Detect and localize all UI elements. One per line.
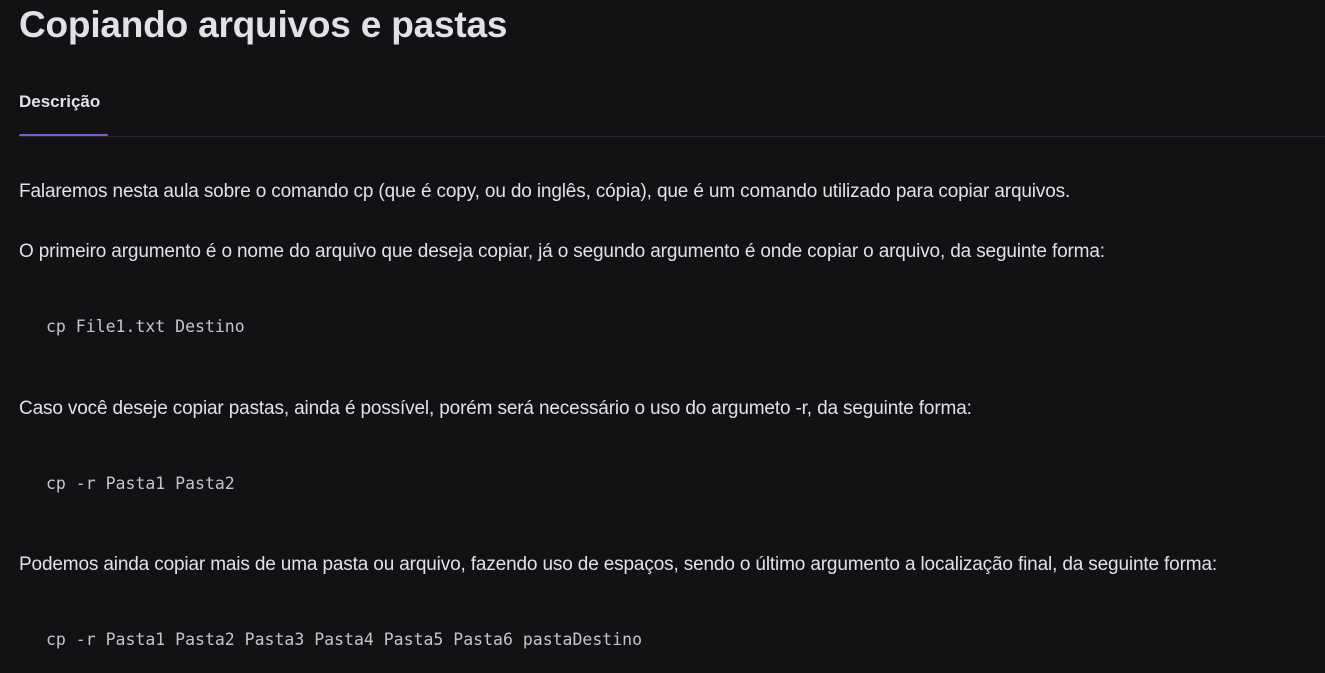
- code-block-copy-file: cp File1.txt Destino: [46, 317, 245, 336]
- code-block-copy-multiple: cp -r Pasta1 Pasta2 Pasta3 Pasta4 Pasta5…: [46, 630, 643, 649]
- paragraph-intro: Falaremos nesta aula sobre o comando cp …: [19, 181, 1071, 202]
- tabs-divider: [19, 136, 1325, 137]
- paragraph-folders: Caso você deseje copiar pastas, ainda é …: [19, 398, 972, 419]
- tab-descricao[interactable]: Descrição: [19, 92, 100, 112]
- page-title: Copiando arquivos e pastas: [19, 4, 508, 45]
- paragraph-arguments: O primeiro argumento é o nome do arquivo…: [19, 241, 1105, 262]
- paragraph-multiple: Podemos ainda copiar mais de uma pasta o…: [19, 554, 1217, 575]
- code-block-copy-folder: cp -r Pasta1 Pasta2: [46, 474, 235, 493]
- lesson-page: Copiando arquivos e pastas Descrição Fal…: [0, 0, 1325, 673]
